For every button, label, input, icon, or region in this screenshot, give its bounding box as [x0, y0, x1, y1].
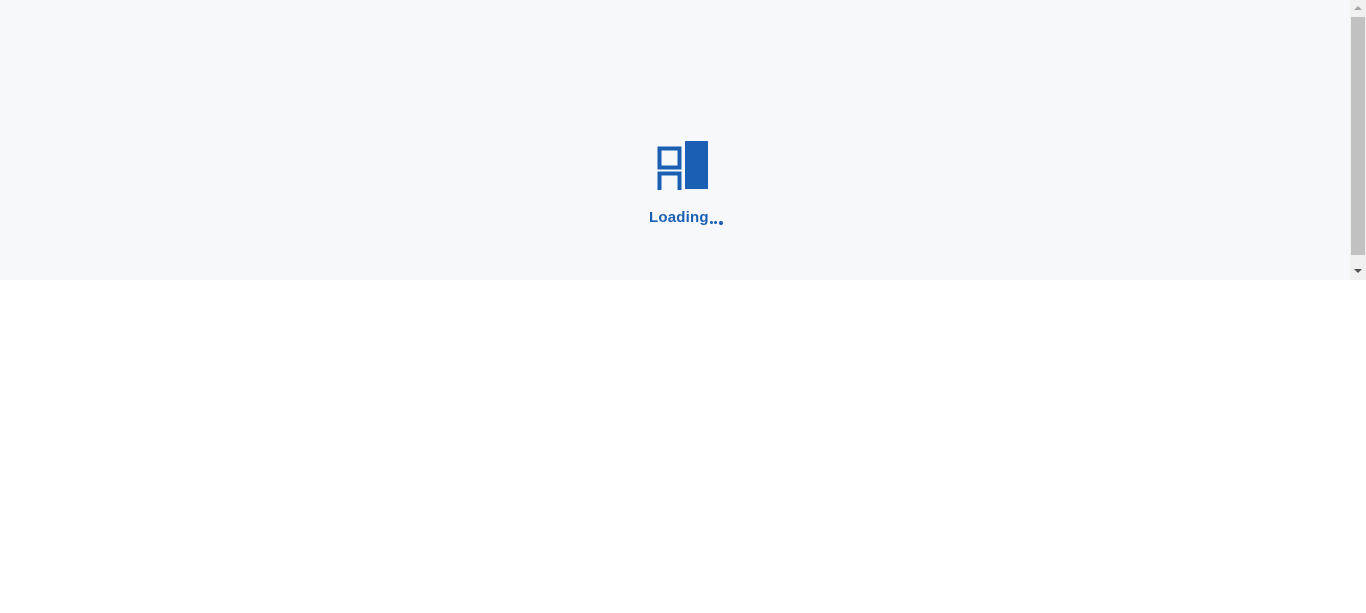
- loading-indicator: Loading: [649, 207, 723, 227]
- scroll-up-button[interactable]: [1350, 0, 1366, 16]
- loading-dot: [714, 221, 718, 224]
- scroll-up-arrow-icon: [1354, 6, 1362, 10]
- scroll-down-arrow-icon: [1354, 269, 1362, 273]
- loading-text: Loading: [649, 209, 709, 226]
- loading-dot: [709, 221, 713, 224]
- app-frame: Loading: [0, 0, 1366, 280]
- scroll-down-button[interactable]: [1350, 264, 1366, 280]
- loading-dot: [718, 221, 723, 225]
- loading-screen: Loading: [0, 0, 1350, 280]
- lower-blank-area: [0, 280, 1366, 613]
- vertical-scrollbar[interactable]: [1350, 0, 1366, 280]
- scroll-thumb[interactable]: [1351, 17, 1365, 255]
- app-logo-icon: [657, 141, 708, 190]
- loading-dots: [709, 221, 723, 225]
